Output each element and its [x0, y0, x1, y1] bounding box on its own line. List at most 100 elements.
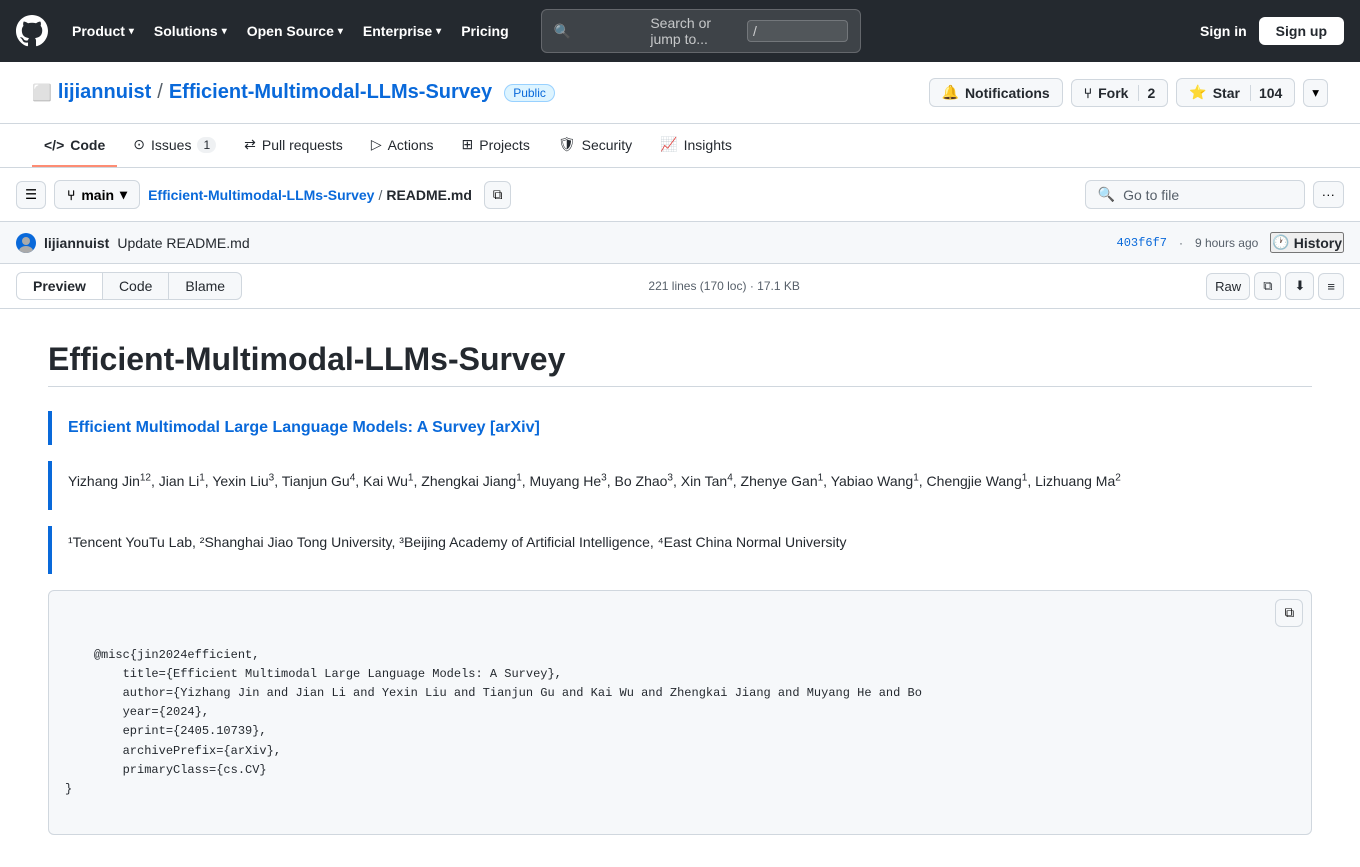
nav-pricing[interactable]: Pricing: [453, 17, 516, 45]
tab-issues[interactable]: ⊙ Issues 1: [121, 124, 228, 167]
sign-up-button[interactable]: Sign up: [1259, 17, 1344, 45]
repo-type-icon: ⬜: [32, 83, 52, 103]
commit-author[interactable]: lijiannuist: [44, 235, 109, 251]
tab-insights[interactable]: 📈 Insights: [648, 124, 744, 167]
commit-row: lijiannuist Update README.md 403f6f7 · 9…: [0, 222, 1360, 264]
repo-breadcrumb-link[interactable]: Efficient-Multimodal-LLMs-Survey: [148, 187, 374, 203]
file-stats: 221 lines (170 loc) · 17.1 KB: [648, 279, 799, 293]
nav-enterprise[interactable]: Enterprise ▾: [355, 17, 449, 45]
outline-button[interactable]: ≡: [1318, 273, 1344, 300]
raw-button[interactable]: Raw: [1206, 273, 1250, 300]
nav-solutions[interactable]: Solutions ▾: [146, 17, 235, 45]
fork-count: 2: [1138, 85, 1155, 101]
commit-meta: 403f6f7 · 9 hours ago 🕐 History: [1117, 232, 1344, 253]
chevron-down-icon: ▾: [1312, 85, 1319, 100]
fork-icon: ⑂: [1084, 85, 1092, 101]
security-icon: 🛡: [558, 136, 576, 153]
more-options-button[interactable]: ···: [1313, 181, 1344, 208]
repo-visibility-badge: Public: [504, 84, 555, 102]
actions-icon: ▷: [371, 136, 382, 153]
authors-text: Yizhang Jin12, Jian Li1, Yexin Liu3, Tia…: [68, 469, 1296, 494]
copy-bibtex-button[interactable]: ⧉: [1275, 599, 1303, 627]
authors-block: Yizhang Jin12, Jian Li1, Yexin Liu3, Tia…: [48, 461, 1312, 510]
file-breadcrumb: Efficient-Multimodal-LLMs-Survey / READM…: [148, 181, 1077, 209]
branch-chevron-icon: ▾: [120, 186, 127, 203]
search-icon: 🔍: [554, 23, 643, 40]
repo-breadcrumb: ⬜ lijiannuist / Efficient-Multimodal-LLM…: [32, 81, 555, 104]
search-bar[interactable]: 🔍 Search or jump to... /: [541, 9, 861, 53]
enterprise-chevron-icon: ▾: [436, 26, 441, 37]
commit-info: lijiannuist Update README.md: [16, 233, 250, 253]
tab-code[interactable]: </> Code: [32, 125, 117, 167]
search-placeholder: Search or jump to...: [650, 15, 739, 47]
star-count: 104: [1250, 85, 1282, 101]
site-header: Product ▾ Solutions ▾ Open Source ▾ Ente…: [0, 0, 1360, 62]
sidebar-toggle-button[interactable]: ☰: [16, 181, 46, 209]
repo-sep: /: [157, 81, 163, 104]
go-to-file-search[interactable]: 🔍 Go to file: [1085, 180, 1305, 209]
tab-security[interactable]: 🛡 Security: [546, 124, 644, 167]
github-logo-icon[interactable]: [16, 15, 48, 47]
search-icon-small: 🔍: [1098, 186, 1115, 203]
file-actions: Raw ⧉ ⬇ ≡: [1206, 272, 1344, 300]
affiliations-text: ¹Tencent YouTu Lab, ²Shanghai Jiao Tong …: [68, 534, 1296, 550]
author-avatar[interactable]: [16, 233, 36, 253]
readme-title: Efficient-Multimodal-LLMs-Survey: [48, 341, 1312, 387]
bibtex-content: @misc{jin2024efficient, title={Efficient…: [65, 648, 922, 796]
blame-tab[interactable]: Blame: [169, 272, 242, 300]
notifications-button[interactable]: 🔔 Notifications: [929, 78, 1063, 107]
open-source-chevron-icon: ▾: [338, 26, 343, 37]
branch-icon: ⑂: [67, 187, 75, 203]
repo-owner-link[interactable]: lijiannuist: [58, 81, 151, 104]
tab-projects[interactable]: ⊞ Projects: [450, 124, 542, 167]
repo-actions: 🔔 Notifications ⑂ Fork 2 ⭐ Star 104 ▾: [929, 78, 1329, 107]
sidebar-icon: ☰: [25, 187, 37, 203]
pr-icon: ⇄: [244, 136, 256, 153]
sign-in-link[interactable]: Sign in: [1200, 23, 1247, 39]
preview-tab[interactable]: Preview: [16, 272, 103, 300]
product-chevron-icon: ▾: [129, 26, 134, 37]
commit-separator: ·: [1179, 236, 1183, 250]
bell-icon: 🔔: [942, 84, 959, 101]
file-view-tabs: Preview Code Blame 221 lines (170 loc) ·…: [0, 264, 1360, 309]
affiliations-block: ¹Tencent YouTu Lab, ²Shanghai Jiao Tong …: [48, 526, 1312, 574]
nav-open-source[interactable]: Open Source ▾: [239, 17, 351, 45]
history-button[interactable]: 🕐 History: [1270, 232, 1344, 253]
code-icon: </>: [44, 137, 64, 153]
path-separator: /: [378, 187, 382, 203]
star-dropdown-button[interactable]: ▾: [1303, 79, 1328, 107]
star-icon: ⭐: [1189, 84, 1206, 101]
repo-header: ⬜ lijiannuist / Efficient-Multimodal-LLM…: [0, 62, 1360, 124]
view-mode-tabs: Preview Code Blame: [16, 272, 242, 300]
repo-name-link[interactable]: Efficient-Multimodal-LLMs-Survey: [169, 81, 492, 104]
bibtex-block: ⧉ @misc{jin2024efficient, title={Efficie…: [48, 590, 1312, 835]
file-toolbar: ☰ ⑂ main ▾ Efficient-Multimodal-LLMs-Sur…: [0, 168, 1360, 222]
tab-pull-requests[interactable]: ⇄ Pull requests: [232, 124, 355, 167]
download-button[interactable]: ⬇: [1285, 272, 1314, 300]
copy-path-button[interactable]: ⧉: [484, 181, 512, 209]
header-actions: Sign in Sign up: [1200, 17, 1344, 45]
projects-icon: ⊞: [462, 136, 474, 153]
repo-nav: </> Code ⊙ Issues 1 ⇄ Pull requests ▷ Ac…: [0, 124, 1360, 168]
paper-citation-block: Efficient Multimodal Large Language Mode…: [48, 411, 1312, 445]
issues-icon: ⊙: [133, 136, 145, 153]
paper-link[interactable]: Efficient Multimodal Large Language Mode…: [68, 419, 540, 436]
tab-actions[interactable]: ▷ Actions: [359, 124, 446, 167]
commit-hash-link[interactable]: 403f6f7: [1117, 236, 1167, 250]
fork-button[interactable]: ⑂ Fork 2: [1071, 79, 1169, 107]
commit-message: Update README.md: [117, 235, 249, 251]
code-tab[interactable]: Code: [103, 272, 169, 300]
star-button[interactable]: ⭐ Star 104: [1176, 78, 1295, 107]
branch-selector[interactable]: ⑂ main ▾: [54, 180, 140, 209]
issues-badge: 1: [197, 137, 216, 153]
nav-product[interactable]: Product ▾: [64, 17, 142, 45]
readme-content: Efficient-Multimodal-LLMs-Survey Efficie…: [0, 309, 1360, 867]
commit-time: 9 hours ago: [1195, 236, 1258, 250]
history-icon: 🕐: [1272, 234, 1289, 251]
insights-icon: 📈: [660, 136, 677, 153]
current-filename: README.md: [386, 187, 472, 203]
solutions-chevron-icon: ▾: [222, 26, 227, 37]
copy-raw-button[interactable]: ⧉: [1254, 272, 1281, 300]
main-nav: Product ▾ Solutions ▾ Open Source ▾ Ente…: [64, 17, 517, 45]
search-kbd: /: [747, 20, 848, 42]
